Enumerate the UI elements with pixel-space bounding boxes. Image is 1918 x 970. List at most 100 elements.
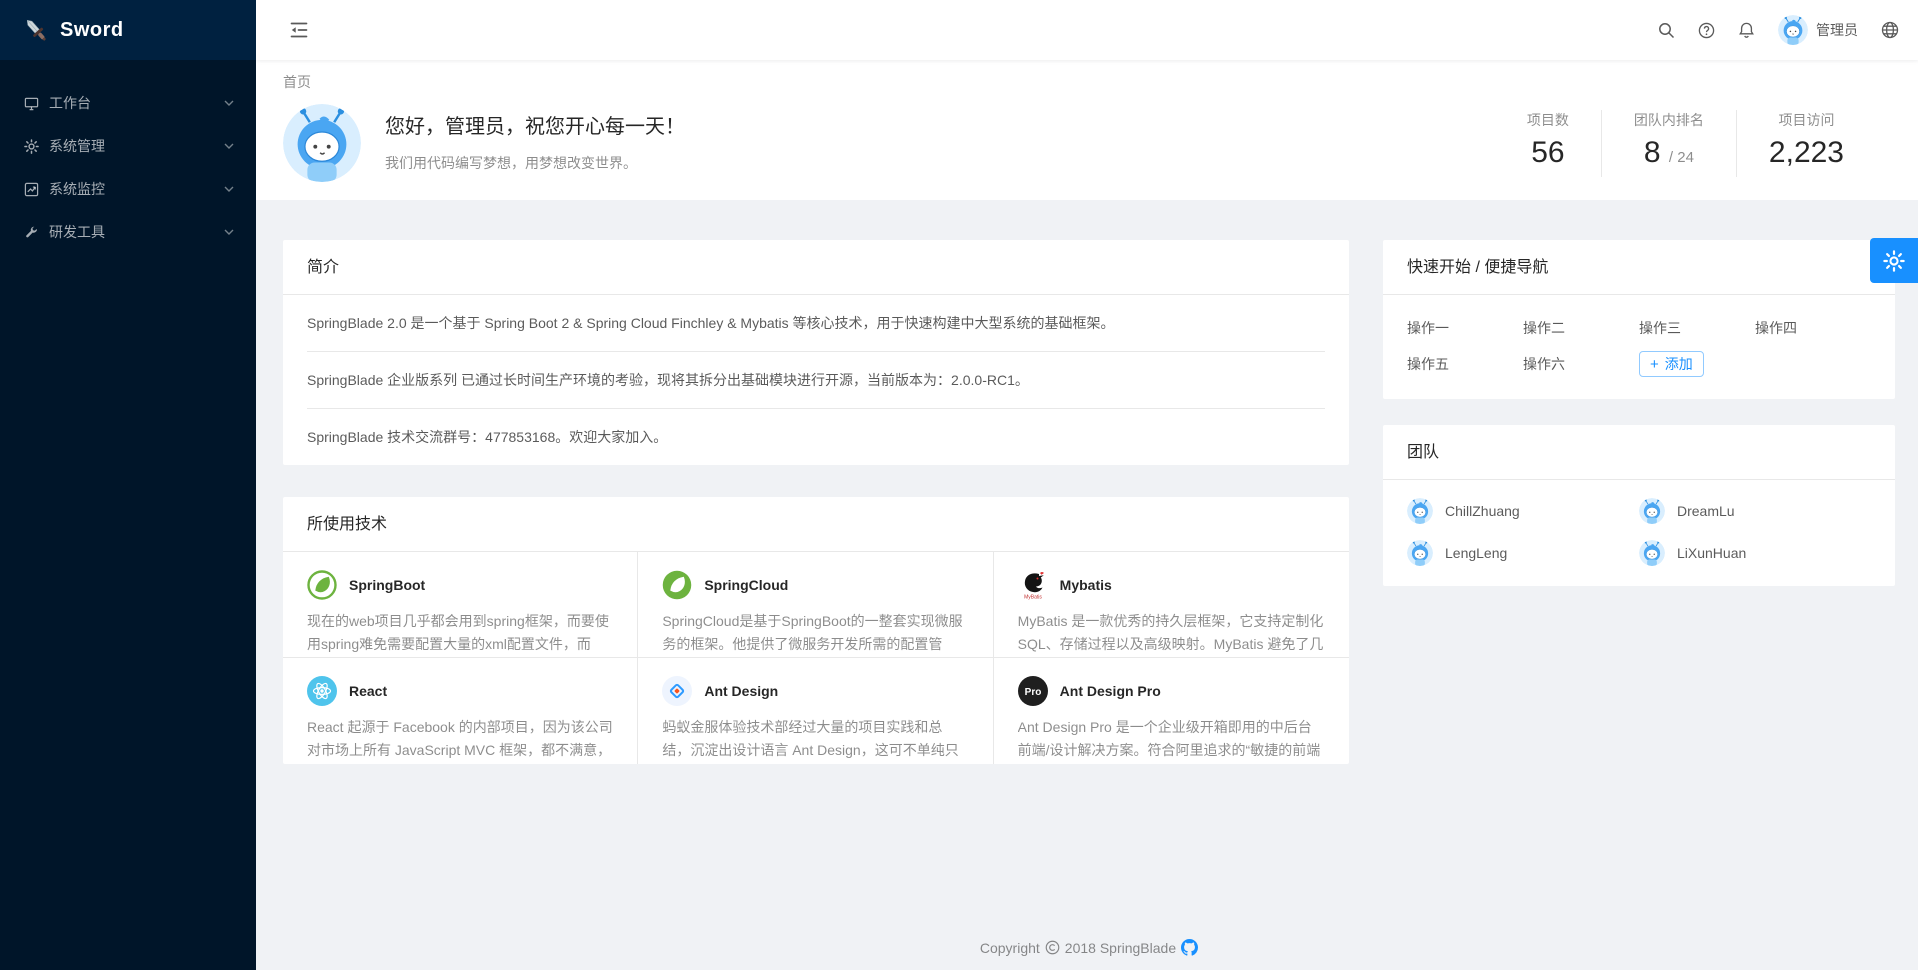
tech-cell-ant-design-pro[interactable]: Pro Ant Design Pro Ant Design Pro 是一个企业级…	[994, 658, 1349, 764]
bell-icon[interactable]	[1726, 0, 1766, 60]
stat-label: 项目访问	[1769, 110, 1844, 130]
user-menu[interactable]: 管理员	[1766, 0, 1870, 60]
sidebar-menu: 工作台 系统管理 系统监控	[0, 60, 256, 252]
ant-design-pro-icon: Pro	[1018, 676, 1048, 706]
sidebar-item-label: 工作台	[49, 93, 91, 113]
stat-visits: 项目访问 2,223	[1736, 110, 1844, 177]
plus-icon: +	[1650, 357, 1659, 372]
chevron-down-icon	[224, 229, 234, 235]
tech-cell-springboot[interactable]: SpringBoot 现在的web项目几乎都会用到spring框架，而要使用sp…	[283, 552, 638, 658]
member-name: DreamLu	[1677, 503, 1735, 519]
springboot-icon	[307, 570, 337, 600]
desktop-icon	[24, 96, 39, 111]
sword-icon	[22, 16, 50, 44]
sidebar-item-label: 系统监控	[49, 179, 105, 199]
tech-desc: SpringCloud是基于SpringBoot的一整套实现微服务的框架。他提供…	[662, 610, 968, 656]
tech-desc: MyBatis 是一款优秀的持久层框架，它支持定制化 SQL、存储过程以及高级映…	[1018, 610, 1325, 656]
sidebar-item-workbench[interactable]: 工作台	[0, 83, 256, 123]
question-circle-icon[interactable]	[1686, 0, 1726, 60]
search-icon[interactable]	[1646, 0, 1686, 60]
chevron-down-icon	[224, 100, 234, 106]
ant-design-icon	[662, 676, 692, 706]
copyright-icon	[1045, 940, 1060, 955]
tech-name: Ant Design Pro	[1060, 683, 1161, 699]
tech-desc: 现在的web项目几乎都会用到spring框架，而要使用spring难免需要配置大…	[307, 610, 613, 656]
footer-copyright-text: Copyright	[980, 940, 1040, 956]
welcome-avatar	[283, 104, 361, 182]
intro-card-title: 简介	[283, 240, 1349, 295]
tech-card: 所使用技术 SpringBoot	[283, 497, 1349, 764]
top-bar: 管理员	[256, 0, 1918, 60]
page-header: 首页 您好，管理员，祝您开心每一天！ 我们用代码编写梦想，用梦想改变世界。 项目…	[256, 60, 1918, 200]
quick-link-2[interactable]: 操作二	[1523, 313, 1639, 343]
username: 管理员	[1816, 20, 1858, 40]
tech-card-title: 所使用技术	[283, 497, 1349, 552]
footer-brand-text: 2018 SpringBlade	[1065, 940, 1176, 956]
team-member[interactable]: LengLeng	[1407, 540, 1639, 566]
team-member[interactable]: DreamLu	[1639, 498, 1871, 524]
sidebar-item-system-mgmt[interactable]: 系统管理	[0, 126, 256, 166]
mybatis-icon: MyBatis	[1018, 570, 1048, 600]
breadcrumb[interactable]: 首页	[283, 72, 1894, 92]
stat-value: 56	[1527, 134, 1569, 172]
tech-desc: Ant Design Pro 是一个企业级开箱即用的中后台前端/设计解决方案。符…	[1018, 716, 1325, 762]
sidebar-item-dev-tools[interactable]: 研发工具	[0, 212, 256, 252]
tech-desc: React 起源于 Facebook 的内部项目，因为该公司对市场上所有 Jav…	[307, 716, 613, 762]
sidebar: Sword 工作台 系统管理	[0, 0, 256, 970]
topbar-actions: 管理员	[1646, 0, 1910, 60]
springcloud-icon	[662, 570, 692, 600]
stat-team-rank: 团队内排名 8 / 24	[1601, 110, 1736, 177]
tech-name: Ant Design	[704, 683, 778, 699]
quick-link-4[interactable]: 操作四	[1755, 313, 1871, 343]
intro-item: SpringBlade 企业版系列 已通过长时间生产环境的考验，现将其拆分出基础…	[307, 352, 1325, 409]
member-name: LengLeng	[1445, 545, 1507, 561]
main-area: 管理员 首页 您好，管理员，祝您开心每一天！ 我们用代码编写梦想，用梦想改变世界…	[256, 0, 1918, 970]
intro-item: SpringBlade 技术交流群号：477853168。欢迎大家加入。	[307, 409, 1325, 465]
quick-link-1[interactable]: 操作一	[1407, 313, 1523, 343]
team-card: 团队 ChillZhuang DreamLu	[1383, 425, 1895, 586]
tech-name: SpringBoot	[349, 577, 425, 593]
chevron-down-icon	[224, 186, 234, 192]
stat-suffix: / 24	[1669, 149, 1694, 166]
stat-projects: 项目数 56	[1495, 110, 1601, 177]
github-icon[interactable]	[1181, 939, 1198, 956]
sidebar-item-label: 研发工具	[49, 222, 105, 242]
welcome-greeting: 您好，管理员，祝您开心每一天！	[385, 113, 685, 141]
gear-icon	[1883, 250, 1905, 272]
avatar	[1407, 498, 1433, 524]
globe-icon[interactable]	[1870, 0, 1910, 60]
svg-text:MyBatis: MyBatis	[1024, 595, 1042, 601]
avatar	[1778, 15, 1808, 45]
gear-icon	[24, 139, 39, 154]
tech-cell-mybatis[interactable]: MyBatis Mybatis MyBatis 是一款优秀的持久层框架，它支持定…	[994, 552, 1349, 658]
sidebar-item-system-monitor[interactable]: 系统监控	[0, 169, 256, 209]
intro-card: 简介 SpringBlade 2.0 是一个基于 Spring Boot 2 &…	[283, 240, 1349, 465]
settings-button[interactable]	[1870, 238, 1918, 283]
quick-link-3[interactable]: 操作三	[1639, 313, 1755, 343]
member-name: ChillZhuang	[1445, 503, 1520, 519]
avatar	[1639, 540, 1665, 566]
sidebar-item-label: 系统管理	[49, 136, 105, 156]
intro-item: SpringBlade 2.0 是一个基于 Spring Boot 2 & Sp…	[307, 295, 1325, 352]
quick-link-5[interactable]: 操作五	[1407, 349, 1523, 379]
menu-fold-icon[interactable]	[283, 14, 315, 46]
app-title: Sword	[60, 19, 124, 42]
tech-cell-springcloud[interactable]: SpringCloud SpringCloud是基于SpringBoot的一整套…	[638, 552, 993, 658]
app-logo[interactable]: Sword	[0, 0, 256, 60]
avatar	[1407, 540, 1433, 566]
team-member[interactable]: ChillZhuang	[1407, 498, 1639, 524]
content: 简介 SpringBlade 2.0 是一个基于 Spring Boot 2 &…	[256, 200, 1918, 970]
quicknav-card: 快速开始 / 便捷导航 操作一 操作二 操作三 操作四 操作五 操作六 + 添加	[1383, 240, 1895, 399]
chevron-down-icon	[224, 143, 234, 149]
avatar	[1639, 498, 1665, 524]
tech-cell-ant-design[interactable]: Ant Design 蚂蚁金服体验技术部经过大量的项目实践和总结，沉淀出设计语言…	[638, 658, 993, 764]
stats: 项目数 56 团队内排名 8 / 24 项目访问 2,223	[1495, 110, 1844, 177]
tech-cell-react[interactable]: React React 起源于 Facebook 的内部项目，因为该公司对市场上…	[283, 658, 638, 764]
svg-text:Pro: Pro	[1024, 687, 1041, 698]
quick-link-6[interactable]: 操作六	[1523, 349, 1639, 379]
tech-name: SpringCloud	[704, 577, 788, 593]
tech-name: React	[349, 683, 387, 699]
team-member[interactable]: LiXunHuan	[1639, 540, 1871, 566]
add-button[interactable]: + 添加	[1639, 351, 1704, 377]
stat-value: 8 / 24	[1634, 134, 1704, 177]
